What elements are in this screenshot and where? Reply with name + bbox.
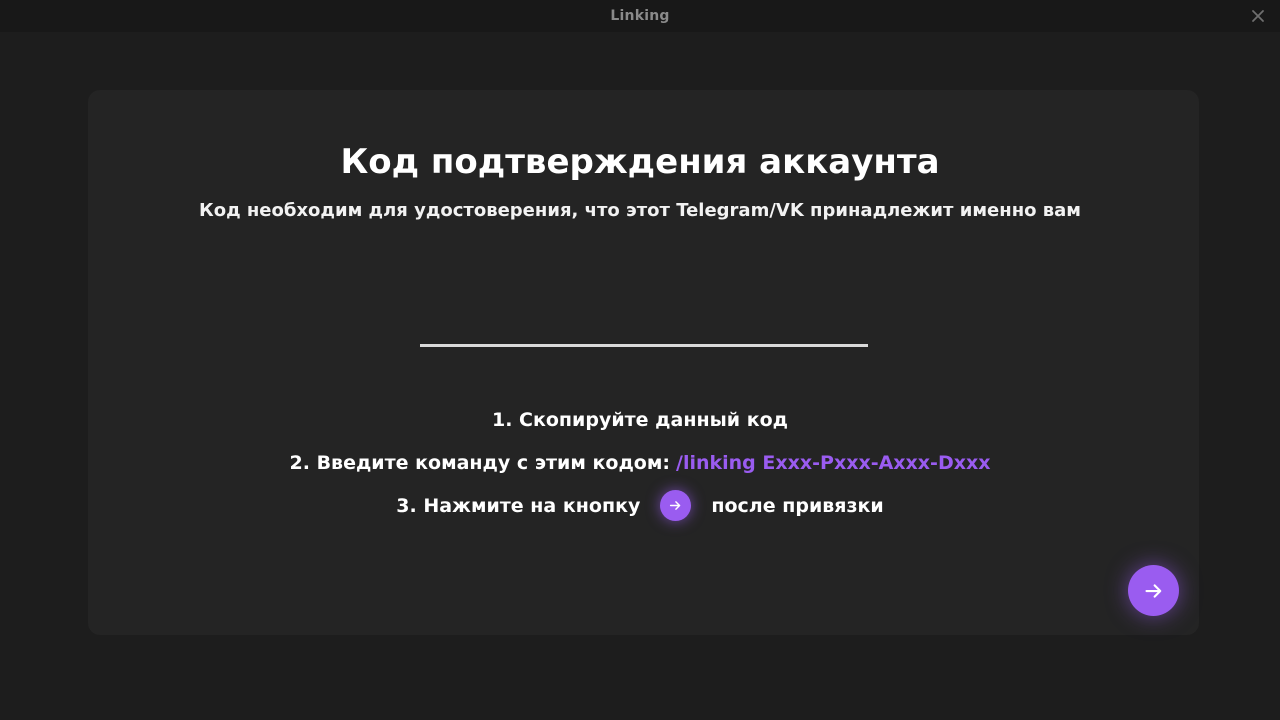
step-3-text-before: 3. Нажмите на кнопку	[396, 494, 641, 517]
close-button[interactable]	[1248, 6, 1268, 26]
page-subtitle: Код необходим для удостоверения, что это…	[198, 200, 1082, 221]
step-1-text: 1. Скопируйте данный код	[491, 408, 789, 431]
page-title: Код подтверждения аккаунта	[340, 142, 940, 182]
inline-next-button-illustration	[660, 490, 692, 521]
instruction-step-1: 1. Скопируйте данный код	[0, 398, 1280, 441]
instruction-step-2: 2. Введите команду с этим кодом: /linkin…	[0, 441, 1280, 484]
next-button[interactable]	[1128, 565, 1179, 616]
linking-command[interactable]: /linking Exxx-Pxxx-Axxx-Dxxx	[676, 449, 990, 477]
arrow-right-icon	[1144, 583, 1161, 598]
step-3-text-after: после привязки	[711, 494, 884, 517]
title-bar: Linking	[0, 0, 1280, 32]
close-icon	[1252, 10, 1264, 22]
verification-code-field[interactable]	[420, 300, 868, 347]
window-title: Linking	[610, 8, 670, 24]
step-2-text: 2. Введите команду с этим кодом:	[289, 451, 670, 474]
instruction-step-3: 3. Нажмите на кнопку после привязки	[0, 484, 1280, 527]
instructions-list: 1. Скопируйте данный код 2. Введите кома…	[0, 398, 1280, 527]
arrow-right-icon	[670, 501, 681, 510]
